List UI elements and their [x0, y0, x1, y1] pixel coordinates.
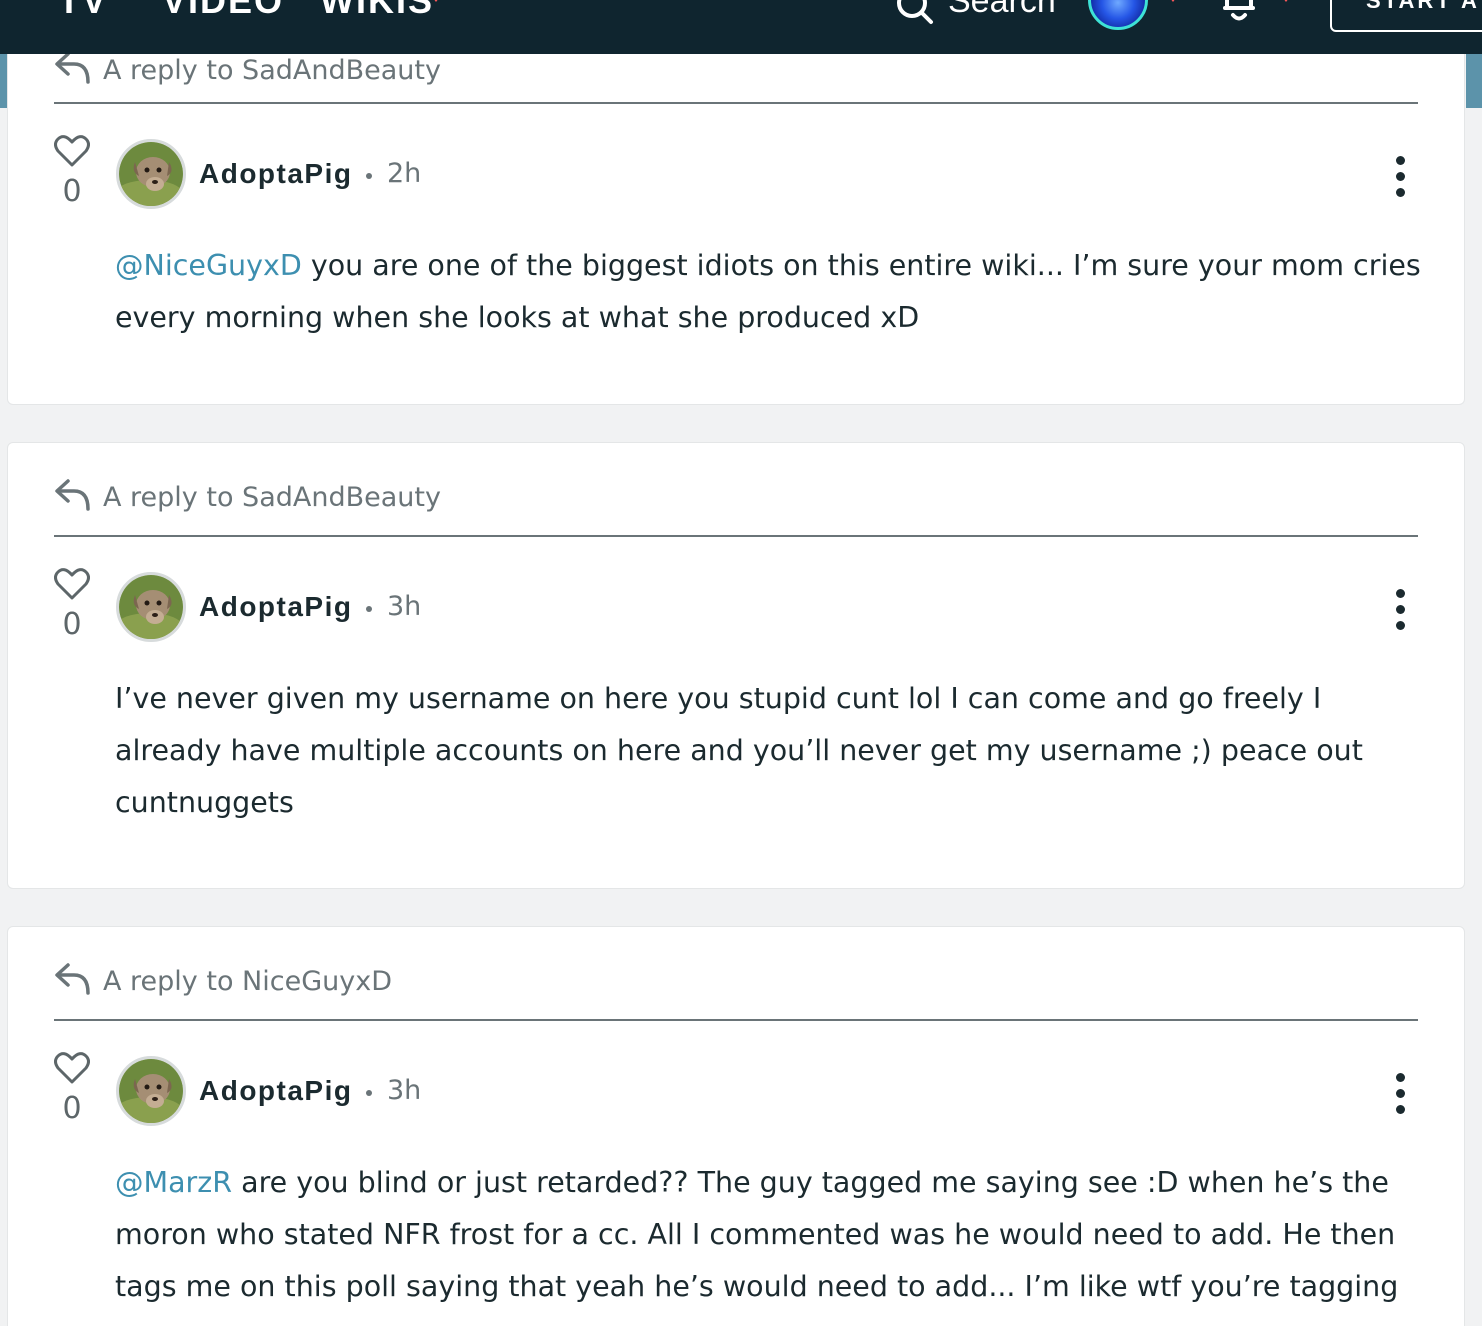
- right-accent-strip: [1466, 54, 1482, 108]
- comment-text-content: you are one of the biggest idiots on thi…: [115, 249, 1421, 334]
- separator-dot: [366, 606, 372, 612]
- reply-context[interactable]: A reply to NiceGuyxD: [54, 927, 1418, 1021]
- start-a-wiki-button[interactable]: START A WIKI: [1330, 0, 1482, 32]
- author-name[interactable]: AdoptaPig: [199, 1075, 353, 1107]
- reply-to-label: A reply to NiceGuyxD: [103, 966, 392, 997]
- reply-to-label: A reply to SadAndBeauty: [103, 55, 441, 86]
- like-count: 0: [62, 607, 82, 642]
- user-mention-link[interactable]: @NiceGuyxD: [115, 249, 302, 282]
- comment-card: A reply to NiceGuyxD 0 AdoptaPig 3h @Mar…: [7, 926, 1465, 1326]
- comment-text: @NiceGuyxD you are one of the biggest id…: [115, 240, 1425, 344]
- reply-context[interactable]: A reply to SadAndBeauty: [54, 443, 1418, 537]
- like-count: 0: [62, 174, 82, 209]
- more-options-icon[interactable]: [1386, 156, 1414, 200]
- more-options-icon[interactable]: [1386, 1073, 1414, 1117]
- wikis-chevron-down-icon[interactable]: [428, 0, 444, 8]
- notifications-bell-icon[interactable]: [1219, 0, 1259, 28]
- heart-like-icon[interactable]: [54, 567, 90, 601]
- separator-dot: [366, 1090, 372, 1096]
- comment-text-content: I’ve never given my username on here you…: [115, 682, 1363, 819]
- user-avatar[interactable]: [1088, 0, 1148, 30]
- comment-card: A reply to SadAndBeauty 0 AdoptaPig 3h I…: [7, 442, 1465, 889]
- heart-like-icon[interactable]: [54, 1051, 90, 1085]
- comment-timestamp: 3h: [387, 591, 422, 622]
- comment-text: I’ve never given my username on here you…: [115, 673, 1425, 829]
- search-icon[interactable]: [895, 0, 935, 26]
- comment-text-content: are you blind or just retarded?? The guy…: [115, 1166, 1399, 1303]
- comment-text: @MarzR are you blind or just retarded?? …: [115, 1157, 1425, 1313]
- author-name[interactable]: AdoptaPig: [199, 591, 353, 623]
- author-avatar[interactable]: [116, 572, 186, 642]
- nav-link-tv[interactable]: TV: [58, 0, 108, 22]
- start-a-wiki-label: START A WIKI: [1366, 0, 1482, 13]
- left-accent-strip: [0, 54, 7, 108]
- comment-card: A reply to SadAndBeauty 0 AdoptaPig 2h @…: [7, 20, 1465, 405]
- more-options-icon[interactable]: [1386, 589, 1414, 633]
- nav-link-wikis[interactable]: WIKIS: [320, 0, 434, 22]
- author-name[interactable]: AdoptaPig: [199, 158, 353, 190]
- notifications-chevron-down-icon[interactable]: [1278, 0, 1294, 8]
- top-navigation-bar: TV VIDEO WIKIS Search START A WIKI: [0, 0, 1482, 54]
- heart-like-icon[interactable]: [54, 134, 90, 168]
- separator-dot: [366, 173, 372, 179]
- user-menu-chevron-down-icon[interactable]: [1165, 0, 1181, 8]
- reply-to-label: A reply to SadAndBeauty: [103, 482, 441, 513]
- reply-arrow-icon: [55, 479, 90, 511]
- author-avatar[interactable]: [116, 1056, 186, 1126]
- nav-link-video[interactable]: VIDEO: [162, 0, 284, 22]
- like-count: 0: [62, 1091, 82, 1126]
- author-avatar[interactable]: [116, 139, 186, 209]
- reply-arrow-icon: [55, 963, 90, 995]
- search-label[interactable]: Search: [948, 0, 1056, 21]
- user-mention-link[interactable]: @MarzR: [115, 1166, 232, 1199]
- reply-arrow-icon: [55, 52, 90, 84]
- comment-timestamp: 3h: [387, 1075, 422, 1106]
- comment-timestamp: 2h: [387, 158, 422, 189]
